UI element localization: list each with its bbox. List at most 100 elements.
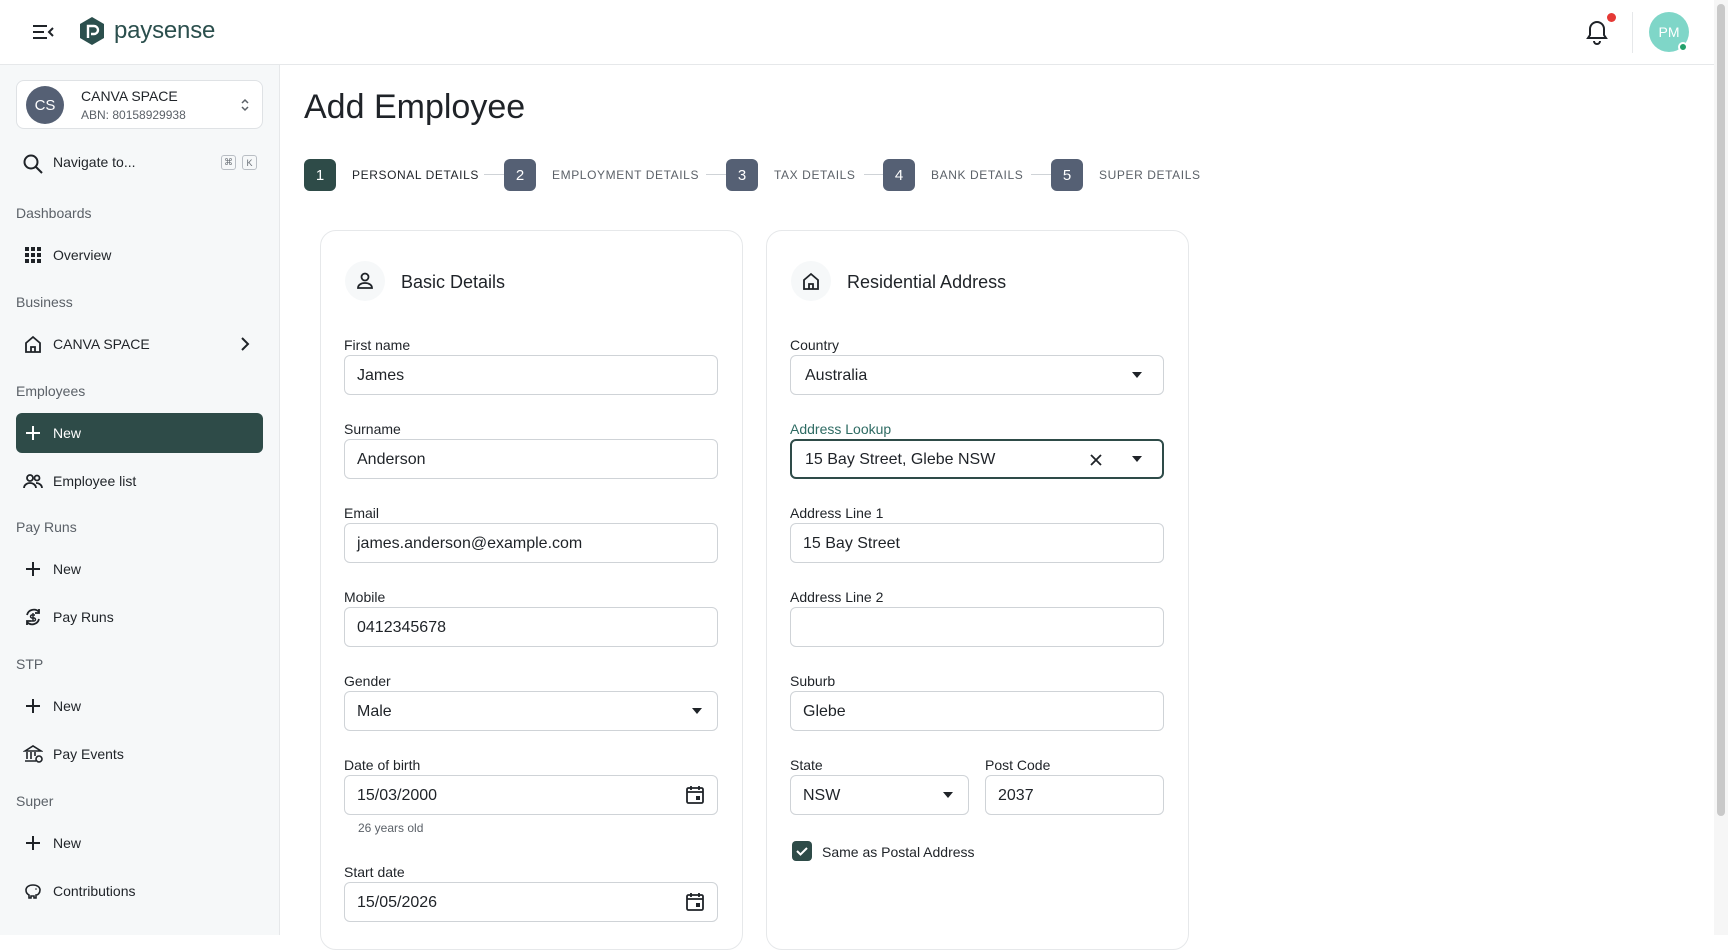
check-icon xyxy=(796,847,808,856)
address-lookup-input[interactable]: 15 Bay Street, Glebe NSW xyxy=(790,439,1164,479)
plus-icon xyxy=(26,836,40,850)
org-avatar: CS xyxy=(26,86,64,124)
nav-item-label: Pay Runs xyxy=(53,609,114,625)
first-name-label: First name xyxy=(344,337,411,353)
section-business: Business xyxy=(16,294,73,310)
input-value: 0412345678 xyxy=(357,619,446,636)
address-line2-input[interactable] xyxy=(790,607,1164,647)
step-number: 2 xyxy=(504,159,536,191)
input-value: 15 Bay Street, Glebe NSW xyxy=(805,451,996,468)
email-label: Email xyxy=(344,505,380,521)
plus-icon xyxy=(26,426,40,440)
input-value: Anderson xyxy=(357,451,426,468)
calendar-icon[interactable] xyxy=(684,784,706,806)
notification-badge xyxy=(1607,13,1616,22)
org-switcher[interactable]: CS CANVA SPACE ABN: 80158929938 xyxy=(16,80,263,129)
mobile-label: Mobile xyxy=(344,589,386,605)
nav-item-contributions[interactable]: Contributions xyxy=(16,871,263,911)
nav-item-business-space[interactable]: CANVA SPACE xyxy=(16,324,263,364)
dropdown-arrow-icon xyxy=(692,708,702,714)
nav-item-employees-new[interactable]: New xyxy=(16,413,263,453)
section-dashboards: Dashboards xyxy=(16,205,92,221)
state-select[interactable]: NSW xyxy=(790,775,969,815)
first-name-input[interactable]: James xyxy=(344,355,718,395)
nav-item-label: New xyxy=(53,698,82,714)
brand-name: paysense xyxy=(114,17,216,44)
step-connector xyxy=(706,174,726,175)
basic-details-card: Basic Details First name James Surname A… xyxy=(320,230,743,950)
org-name: CANVA SPACE xyxy=(81,88,178,104)
menu-collapse-icon[interactable] xyxy=(30,20,56,44)
same-as-postal-checkbox[interactable] xyxy=(792,841,812,861)
step-number: 4 xyxy=(883,159,915,191)
notification-bell-icon[interactable] xyxy=(1584,18,1610,46)
dob-label: Date of birth xyxy=(344,757,421,773)
gender-label: Gender xyxy=(344,673,391,689)
step-number: 1 xyxy=(304,159,336,191)
step-label: SUPER DETAILS xyxy=(1099,168,1201,182)
dob-input[interactable]: 15/03/2000 xyxy=(344,775,718,815)
residential-address-card: Residential Address Country Australia Ad… xyxy=(766,230,1189,950)
nav-item-label: New xyxy=(53,561,82,577)
input-value: 15/05/2026 xyxy=(357,894,438,911)
org-abn: ABN: 80158929938 xyxy=(81,108,186,122)
input-value: 2037 xyxy=(998,787,1034,804)
section-stp: STP xyxy=(16,656,44,672)
dropdown-arrow-icon[interactable] xyxy=(1132,456,1142,462)
nav-item-label: Contributions xyxy=(53,883,136,899)
nav-item-stp-new[interactable]: New xyxy=(16,686,263,726)
dropdown-arrow-icon xyxy=(1132,372,1142,378)
address-line2-label: Address Line 2 xyxy=(790,589,884,605)
age-helper-text: 26 years old xyxy=(358,821,424,835)
postcode-input[interactable]: 2037 xyxy=(985,775,1164,815)
nav-item-label: New xyxy=(53,835,82,851)
email-input[interactable]: james.anderson@example.com xyxy=(344,523,718,563)
gender-select[interactable]: Male xyxy=(344,691,718,731)
calendar-icon[interactable] xyxy=(684,891,706,913)
nav-item-payruns-new[interactable]: New xyxy=(16,549,263,589)
nav-item-pay-events[interactable]: Pay Events xyxy=(16,734,263,774)
chevron-right-icon xyxy=(241,337,250,351)
kbd-command: ⌘ xyxy=(221,155,236,170)
start-date-label: Start date xyxy=(344,864,405,880)
suburb-label: Suburb xyxy=(790,673,836,689)
navigate-search[interactable]: Navigate to... ⌘ K xyxy=(16,148,263,178)
nav-item-overview[interactable]: Overview xyxy=(16,235,263,275)
input-value: Glebe xyxy=(803,703,846,720)
mobile-input[interactable]: 0412345678 xyxy=(344,607,718,647)
plus-icon xyxy=(26,699,40,713)
same-as-postal-label[interactable]: Same as Postal Address xyxy=(822,844,975,860)
address-line1-input[interactable]: 15 Bay Street xyxy=(790,523,1164,563)
brand-logo[interactable]: paysense xyxy=(78,16,215,46)
suburb-input[interactable]: Glebe xyxy=(790,691,1164,731)
sidebar: CS CANVA SPACE ABN: 80158929938 Navigate… xyxy=(0,65,280,935)
person-icon xyxy=(357,272,373,289)
nav-item-pay-runs[interactable]: Pay Runs xyxy=(16,597,263,637)
surname-input[interactable]: Anderson xyxy=(344,439,718,479)
home-icon xyxy=(25,335,41,353)
plus-icon xyxy=(26,562,40,576)
top-bar: paysense PM xyxy=(0,0,1714,65)
step-label: BANK DETAILS xyxy=(931,168,1024,182)
people-icon xyxy=(23,474,43,489)
input-value: James xyxy=(357,367,405,384)
address-line1-label: Address Line 1 xyxy=(790,505,884,521)
section-super: Super xyxy=(16,793,54,809)
select-value: Male xyxy=(357,703,392,720)
page-title: Add Employee xyxy=(304,88,526,126)
step-label: TAX DETAILS xyxy=(774,168,856,182)
start-date-input[interactable]: 15/05/2026 xyxy=(344,882,718,922)
navigate-search-label: Navigate to... xyxy=(53,154,136,170)
nav-item-employee-list[interactable]: Employee list xyxy=(16,461,263,501)
select-value: Australia xyxy=(805,367,868,384)
country-select[interactable]: Australia xyxy=(790,355,1164,395)
dropdown-arrow-icon xyxy=(943,792,953,798)
nav-item-label: Employee list xyxy=(53,473,137,489)
nav-item-super-new[interactable]: New xyxy=(16,823,263,863)
input-value: 15/03/2000 xyxy=(357,787,438,804)
country-label: Country xyxy=(790,337,840,353)
clear-icon[interactable] xyxy=(1088,452,1104,468)
home-icon xyxy=(803,272,819,290)
scrollbar-thumb[interactable] xyxy=(1717,4,1725,816)
address-lookup-label: Address Lookup xyxy=(790,421,892,437)
